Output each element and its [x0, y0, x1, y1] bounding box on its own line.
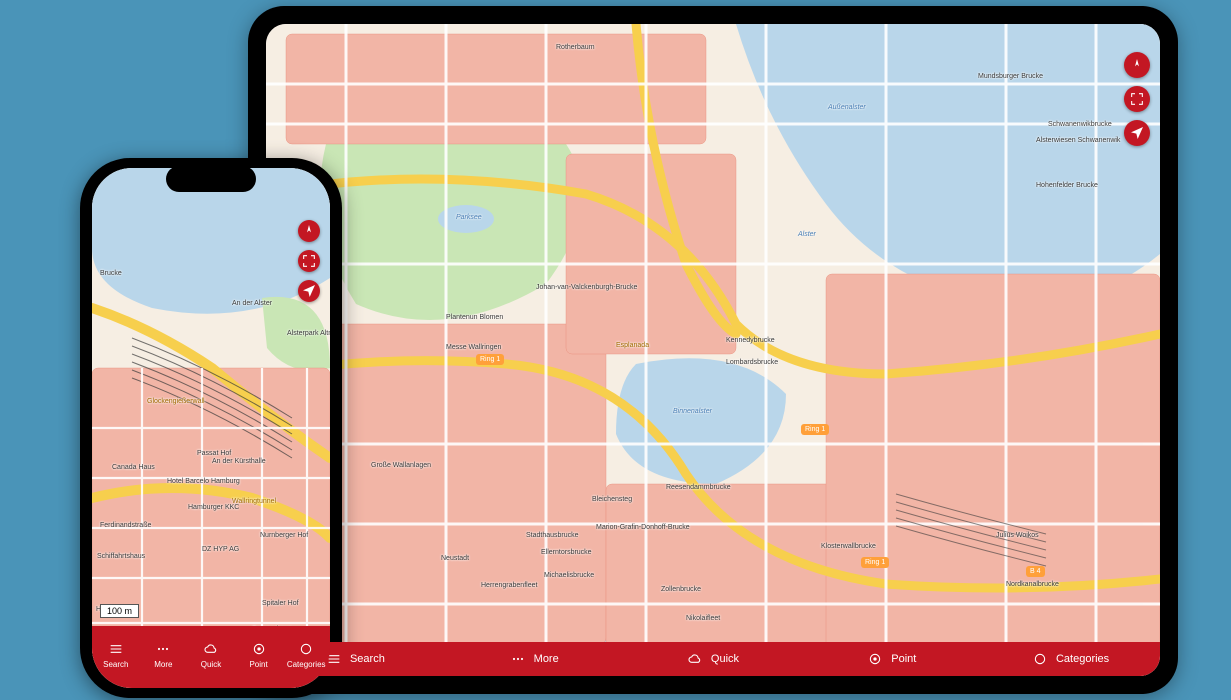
toolbar-search[interactable]: Search — [92, 626, 140, 682]
ipad-toolbar: Search More Quick Point Categories — [266, 642, 1160, 676]
ipad-map-canvas[interactable] — [266, 24, 1160, 676]
toolbar-label: Categories — [287, 660, 326, 669]
toolbar-label: Point — [249, 660, 267, 669]
toolbar-categories[interactable]: Categories — [282, 626, 330, 682]
dots-icon — [510, 651, 526, 667]
toolbar-label: More — [534, 653, 559, 665]
ring-badge: Ring 1 — [476, 354, 504, 365]
compass-button[interactable] — [1124, 52, 1150, 78]
fullscreen-button[interactable] — [298, 250, 320, 272]
toolbar-more[interactable]: More — [140, 626, 188, 682]
ring-badge: Ring 1 — [801, 424, 829, 435]
compass-button[interactable] — [298, 220, 320, 242]
circle-icon — [1032, 651, 1048, 667]
ring-badge: B 4 — [1026, 566, 1045, 577]
ipad-map[interactable]: AußenalsterAlsterBinnenalsterParkseeRoth… — [266, 24, 1160, 676]
toolbar-label: Search — [350, 653, 385, 665]
iphone-toolbar: Search More Quick Point Categories — [92, 626, 330, 688]
toolbar-point[interactable]: Point — [235, 626, 283, 682]
toolbar-more[interactable]: More — [445, 651, 624, 667]
toolbar-label: Search — [103, 660, 128, 669]
iphone-map-buttons — [298, 220, 320, 302]
toolbar-label: Quick — [711, 653, 739, 665]
cloud-icon — [203, 640, 219, 658]
locate-button[interactable] — [298, 280, 320, 302]
toolbar-label: Point — [891, 653, 916, 665]
toolbar-point[interactable]: Point — [802, 651, 981, 667]
iphone-notch — [166, 166, 256, 192]
cloud-icon — [687, 651, 703, 667]
toolbar-label: Quick — [201, 660, 221, 669]
toolbar-categories[interactable]: Categories — [981, 651, 1160, 667]
ring-badge: Ring 1 — [861, 557, 889, 568]
ipad-frame: AußenalsterAlsterBinnenalsterParkseeRoth… — [248, 6, 1178, 694]
ipad-map-buttons — [1124, 52, 1150, 146]
menu-icon — [108, 640, 124, 658]
fullscreen-button[interactable] — [1124, 86, 1150, 112]
toolbar-quick[interactable]: Quick — [624, 651, 803, 667]
locate-button[interactable] — [1124, 120, 1150, 146]
toolbar-quick[interactable]: Quick — [187, 626, 235, 682]
iphone-screen: Canada HausPassat HofHotel Barcelo Hambu… — [92, 168, 330, 688]
toolbar-label: Categories — [1056, 653, 1109, 665]
ipad-screen: AußenalsterAlsterBinnenalsterParkseeRoth… — [266, 24, 1160, 676]
target-icon — [867, 651, 883, 667]
circle-icon — [298, 640, 314, 658]
scale-bar: 100 m — [100, 604, 139, 618]
toolbar-label: More — [154, 660, 172, 669]
target-icon — [251, 640, 267, 658]
iphone-frame: Canada HausPassat HofHotel Barcelo Hambu… — [80, 158, 342, 698]
dots-icon — [155, 640, 171, 658]
